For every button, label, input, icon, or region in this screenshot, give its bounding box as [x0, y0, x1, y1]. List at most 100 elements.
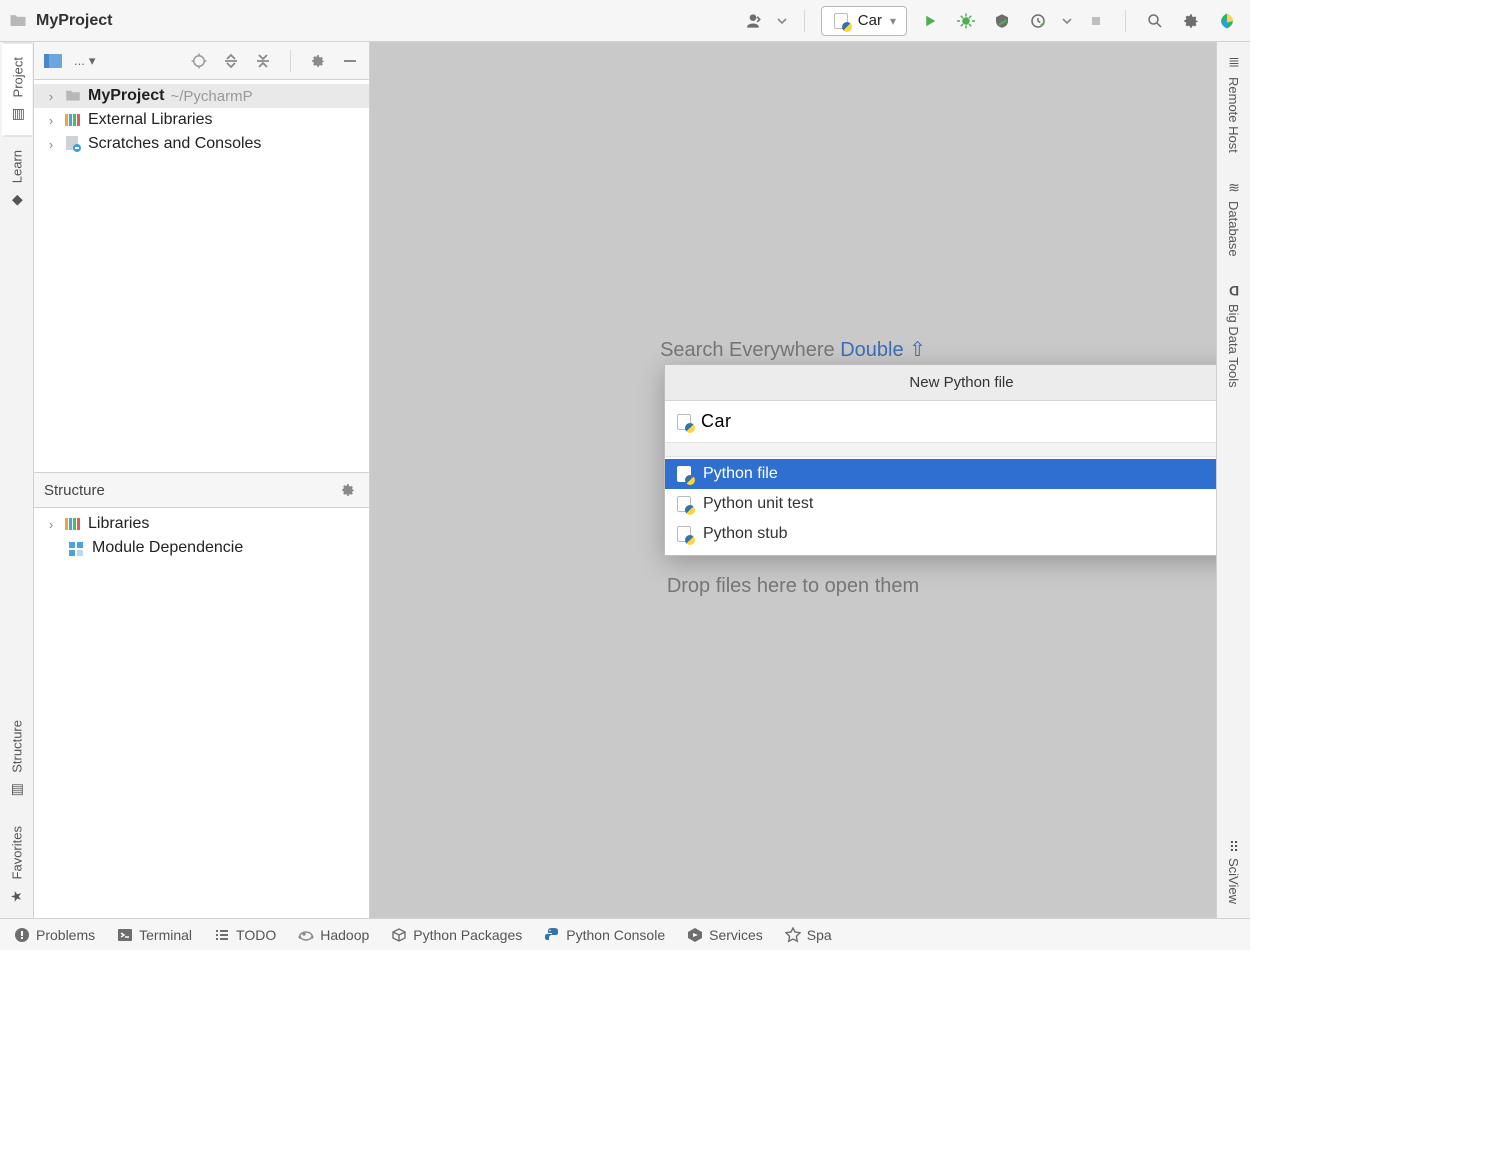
bottom-toolbar: Problems Terminal TODO Hadoop Python Pac… — [0, 918, 1250, 950]
gear-icon[interactable] — [307, 50, 329, 72]
tool-tab-label: Remote Host — [1226, 77, 1241, 153]
search-icon[interactable] — [1142, 8, 1168, 34]
chevron-down-icon[interactable] — [776, 8, 788, 34]
main-layout: ▤ Project ◆ Learn ▥ Structure ★ Favorite… — [0, 42, 1250, 918]
bottom-tab-python-packages[interactable]: Python Packages — [391, 927, 522, 943]
bottom-tab-services[interactable]: Services — [687, 927, 763, 943]
libraries-icon — [64, 515, 82, 533]
profile-button[interactable] — [1025, 8, 1051, 34]
search-everywhere-hint: Search Everywhere Double ⇧ — [370, 337, 1216, 362]
tool-tab-sciview[interactable]: ⠿ SciView — [1220, 825, 1248, 918]
bottom-tab-python-console[interactable]: Python Console — [544, 927, 665, 943]
hint-text: Search Everywhere — [660, 339, 835, 361]
tree-node-module-deps[interactable]: Module Dependencie — [34, 536, 369, 560]
tree-node-label: MyProject — [88, 87, 164, 105]
star-icon: ★ — [9, 887, 25, 903]
remote-host-icon: ≣ — [1228, 55, 1240, 71]
python-file-icon — [675, 525, 693, 543]
tool-tab-favorites[interactable]: ★ Favorites — [3, 812, 31, 918]
popup-separator — [665, 443, 1216, 457]
tool-tab-remote-host[interactable]: ≣ Remote Host — [1220, 42, 1248, 167]
popup-option-python-file[interactable]: Python file — [665, 459, 1216, 489]
toolbar-divider — [290, 50, 291, 72]
star-icon — [785, 927, 801, 943]
structure-tree[interactable]: › Libraries Module Dependencie — [34, 508, 369, 918]
bottom-tab-label: TODO — [236, 927, 276, 943]
coverage-button[interactable] — [989, 8, 1015, 34]
code-with-me-icon[interactable] — [740, 8, 766, 34]
chevron-down-icon: ▾ — [890, 14, 896, 28]
tool-tab-label: Project — [11, 57, 26, 97]
expand-all-icon[interactable] — [220, 50, 242, 72]
jetbrains-logo-icon[interactable] — [1214, 8, 1240, 34]
project-view-icon[interactable] — [42, 50, 64, 72]
breadcrumb-project: MyProject — [36, 12, 112, 30]
packages-icon — [391, 927, 407, 943]
run-config-selector[interactable]: Car ▾ — [821, 6, 907, 36]
toolbar-right-group: Car ▾ — [740, 6, 1240, 36]
terminal-icon — [117, 927, 133, 943]
chevron-right-icon[interactable]: › — [44, 89, 58, 104]
popup-option-python-stub[interactable]: Python stub — [665, 519, 1216, 549]
bottom-tab-problems[interactable]: Problems — [14, 927, 95, 943]
tool-tab-big-data-tools[interactable]: D Big Data Tools — [1220, 271, 1248, 402]
structure-icon: ▥ — [9, 781, 25, 797]
tree-node-scratches[interactable]: › Scratches and Consoles — [34, 132, 369, 156]
debug-button[interactable] — [953, 8, 979, 34]
module-icon — [68, 539, 86, 557]
libraries-icon — [64, 111, 82, 129]
bottom-tab-label: Terminal — [139, 927, 192, 943]
bottom-tab-hadoop[interactable]: Hadoop — [298, 927, 369, 943]
chevron-right-icon[interactable]: › — [44, 517, 58, 532]
popup-option-python-unit-test[interactable]: Python unit test — [665, 489, 1216, 519]
tree-node-external-libraries[interactable]: › External Libraries — [34, 108, 369, 132]
locate-icon[interactable] — [188, 50, 210, 72]
hint-shortcut: Double ⇧ — [840, 339, 926, 361]
drop-files-hint: Drop files here to open them — [370, 575, 1216, 598]
bottom-tab-todo[interactable]: TODO — [214, 927, 276, 943]
tree-node-label: Scratches and Consoles — [88, 135, 261, 153]
tree-node-label: Module Dependencie — [92, 539, 243, 557]
folder-icon — [64, 87, 82, 105]
project-tree[interactable]: › MyProject ~/PycharmP › External Librar… — [34, 80, 369, 472]
services-icon — [687, 927, 703, 943]
top-toolbar: MyProject Car ▾ — [0, 0, 1250, 42]
tree-node-project-root[interactable]: › MyProject ~/PycharmP — [34, 84, 369, 108]
tool-tab-learn[interactable]: ◆ Learn — [3, 136, 31, 222]
hide-panel-icon[interactable] — [339, 50, 361, 72]
collapse-all-icon[interactable] — [252, 50, 274, 72]
popup-input-row — [665, 401, 1216, 443]
database-icon: ≋ — [1228, 179, 1240, 195]
run-button[interactable] — [917, 8, 943, 34]
python-icon — [544, 927, 560, 943]
tool-tab-project[interactable]: ▤ Project — [2, 42, 32, 136]
chevron-down-icon[interactable] — [1061, 8, 1073, 34]
tool-tab-database[interactable]: ≋ Database — [1220, 167, 1248, 271]
tool-tab-structure[interactable]: ▥ Structure — [3, 706, 31, 812]
bottom-tab-label: Python Console — [566, 927, 665, 943]
bottom-tab-terminal[interactable]: Terminal — [117, 927, 192, 943]
tree-node-libraries[interactable]: › Libraries — [34, 512, 369, 536]
filename-input[interactable] — [701, 407, 1216, 436]
structure-panel-header[interactable]: Structure — [34, 472, 369, 508]
structure-title: Structure — [44, 482, 105, 499]
gear-icon[interactable] — [337, 479, 359, 501]
chevron-right-icon[interactable]: › — [44, 113, 58, 128]
chevron-right-icon[interactable]: › — [44, 137, 58, 152]
todo-icon — [214, 927, 230, 943]
popup-title: New Python file — [665, 365, 1216, 401]
bottom-tab-label: Python Packages — [413, 927, 522, 943]
popup-option-label: Python stub — [703, 525, 788, 543]
python-file-icon — [675, 495, 693, 513]
gear-icon[interactable] — [1178, 8, 1204, 34]
tool-tab-label: Learn — [9, 150, 24, 183]
popup-options-list: Python file Python unit test Python stub — [665, 457, 1216, 555]
project-view-dropdown[interactable]: ... ▾ — [74, 53, 95, 69]
sciview-icon: ⠿ — [1228, 837, 1238, 853]
breadcrumb[interactable]: MyProject — [8, 11, 112, 31]
scratches-icon — [64, 135, 82, 153]
folder-icon: ▤ — [10, 105, 26, 121]
project-view-label: ... — [74, 53, 85, 68]
bottom-tab-spark[interactable]: Spa — [785, 927, 832, 943]
python-file-icon — [832, 12, 850, 30]
